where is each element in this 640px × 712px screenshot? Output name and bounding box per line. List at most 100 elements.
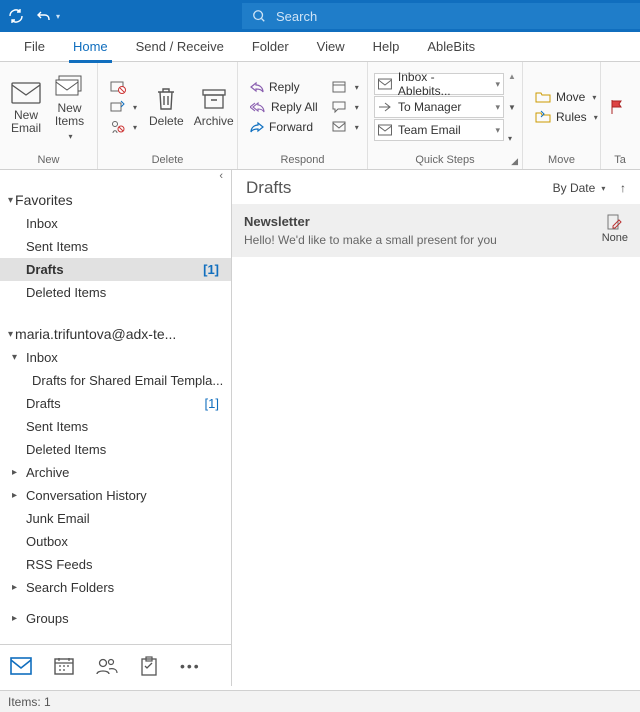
meeting-button[interactable]: ▾ <box>328 78 363 96</box>
label: New Email <box>11 109 41 135</box>
chevron-right-icon: ▸ <box>12 582 22 593</box>
chat-icon <box>332 100 348 114</box>
label: Delete <box>149 115 184 128</box>
favorites-header[interactable]: ▾Favorites <box>0 188 231 212</box>
reply-all-icon <box>250 101 266 113</box>
message-item[interactable]: Newsletter Hello! We'd like to make a sm… <box>232 204 640 257</box>
status-bar: Items: 1 <box>0 690 640 712</box>
group-label-tags: Ta <box>601 152 639 169</box>
people-view-icon[interactable] <box>96 657 118 675</box>
search-input[interactable] <box>276 9 630 24</box>
chevron-right-icon: ▸ <box>12 490 22 501</box>
menu-folder[interactable]: Folder <box>238 32 303 62</box>
folder-move-icon <box>535 90 551 104</box>
mail-icon <box>378 78 392 90</box>
archive-icon <box>198 85 230 113</box>
acct-inbox-sub[interactable]: Drafts for Shared Email Templa... <box>0 369 231 392</box>
new-email-button[interactable]: New Email <box>6 77 46 137</box>
reply-icon <box>250 81 264 93</box>
folder-title: Drafts <box>246 178 291 198</box>
acct-deleted[interactable]: Deleted Items <box>0 438 231 461</box>
group-label-quicksteps: Quick Steps◢ <box>368 152 522 169</box>
quick-step-manager[interactable]: To Manager▾ <box>374 96 504 118</box>
delete-button[interactable]: Delete <box>145 83 188 130</box>
chevron-down-icon: ▾ <box>12 352 22 363</box>
sync-icon[interactable] <box>8 8 24 24</box>
forward-icon <box>250 121 264 133</box>
acct-drafts[interactable]: Drafts[1] <box>0 392 231 415</box>
archive-button[interactable]: Archive <box>190 83 238 130</box>
mail-stack-icon <box>54 72 86 100</box>
label: New Items ▾ <box>52 102 87 142</box>
ignore-button[interactable] <box>106 78 141 96</box>
more-respond-button[interactable]: ▾ <box>328 118 363 136</box>
cleanup-button[interactable]: ▾ <box>106 98 141 116</box>
fav-sent[interactable]: Sent Items <box>0 235 231 258</box>
menu-sendreceive[interactable]: Send / Receive <box>122 32 238 62</box>
message-preview: Hello! We'd like to make a small present… <box>244 233 602 247</box>
nav-bottom-bar: ••• <box>0 644 231 686</box>
menu-home[interactable]: Home <box>59 32 122 62</box>
reply-all-button[interactable]: Reply All <box>246 98 322 116</box>
menu-view[interactable]: View <box>303 32 359 62</box>
mail-icon <box>378 124 392 136</box>
acct-inbox[interactable]: ▾Inbox <box>0 346 231 369</box>
fav-drafts[interactable]: Drafts[1] <box>0 258 231 281</box>
content-pane: Drafts By Date▾ ↑ Newsletter Hello! We'd… <box>232 170 640 686</box>
mail-view-icon[interactable] <box>10 657 32 675</box>
acct-archive[interactable]: ▸Archive <box>0 461 231 484</box>
group-label-delete: Delete <box>98 152 237 169</box>
mail-icon <box>10 79 42 107</box>
main-area: ‹ ▾Favorites Inbox Sent Items Drafts[1] … <box>0 170 640 686</box>
more-views-icon[interactable]: ••• <box>180 658 201 674</box>
flag-icon[interactable] <box>609 99 625 115</box>
fav-deleted[interactable]: Deleted Items <box>0 281 231 304</box>
calendar-view-icon[interactable] <box>54 657 74 675</box>
menu-file[interactable]: File <box>10 32 59 62</box>
account-header[interactable]: ▾maria.trifuntova@adx-te... <box>0 322 231 346</box>
junk-button[interactable]: ▾ <box>106 118 141 136</box>
im-button[interactable]: ▾ <box>328 98 363 116</box>
search-icon <box>252 9 266 23</box>
forward-icon <box>378 101 392 113</box>
sort-asc-icon[interactable]: ↑ <box>620 181 626 195</box>
collapse-handle[interactable]: ‹ <box>0 170 231 184</box>
forward-button[interactable]: Forward <box>246 118 322 136</box>
chevron-right-icon: ▸ <box>12 613 22 624</box>
status-items-count: Items: 1 <box>8 695 51 709</box>
qs-scroll-down[interactable]: ▼ <box>508 103 516 112</box>
qs-scroll-up[interactable]: ▲ <box>508 72 516 81</box>
new-items-button[interactable]: New Items ▾ <box>48 70 91 144</box>
acct-outbox[interactable]: Outbox <box>0 530 231 553</box>
acct-search-folders[interactable]: ▸Search Folders <box>0 576 231 599</box>
acct-sent[interactable]: Sent Items <box>0 415 231 438</box>
menu-help[interactable]: Help <box>359 32 414 62</box>
fav-inbox[interactable]: Inbox <box>0 212 231 235</box>
acct-junk[interactable]: Junk Email <box>0 507 231 530</box>
quick-step-team[interactable]: Team Email▾ <box>374 119 504 141</box>
title-bar: ▾ <box>0 0 640 32</box>
acct-conversation[interactable]: ▸Conversation History <box>0 484 231 507</box>
cleanup-icon <box>110 100 126 114</box>
quick-step-inbox[interactable]: Inbox - Ablebits...▾ <box>374 73 504 95</box>
move-button[interactable]: Move▾ <box>531 88 602 106</box>
ribbon: New Email New Items ▾ New ▾ ▾ Delete Arc… <box>0 62 640 170</box>
tasks-view-icon[interactable] <box>140 656 158 676</box>
dialog-launcher-icon[interactable]: ◢ <box>511 156 518 167</box>
draft-icon <box>606 214 624 230</box>
undo-icon[interactable]: ▾ <box>36 8 60 24</box>
acct-groups[interactable]: ▸Groups <box>0 607 231 630</box>
menu-ablebits[interactable]: AbleBits <box>413 32 489 62</box>
reply-button[interactable]: Reply <box>246 78 322 96</box>
rules-button[interactable]: Rules▾ <box>531 108 602 126</box>
sort-by-button[interactable]: By Date▾ ↑ <box>553 181 626 195</box>
qs-expand[interactable]: ▾ <box>508 134 516 143</box>
chevron-down-icon: ▾ <box>8 195 13 206</box>
group-label-respond: Respond <box>238 152 367 169</box>
quick-steps-list: Inbox - Ablebits...▾ To Manager▾ Team Em… <box>374 71 504 143</box>
junk-icon <box>110 120 126 134</box>
message-subject: Newsletter <box>244 214 602 229</box>
search-box[interactable] <box>242 3 640 29</box>
acct-rss[interactable]: RSS Feeds <box>0 553 231 576</box>
chevron-down-icon: ▾ <box>8 329 13 340</box>
